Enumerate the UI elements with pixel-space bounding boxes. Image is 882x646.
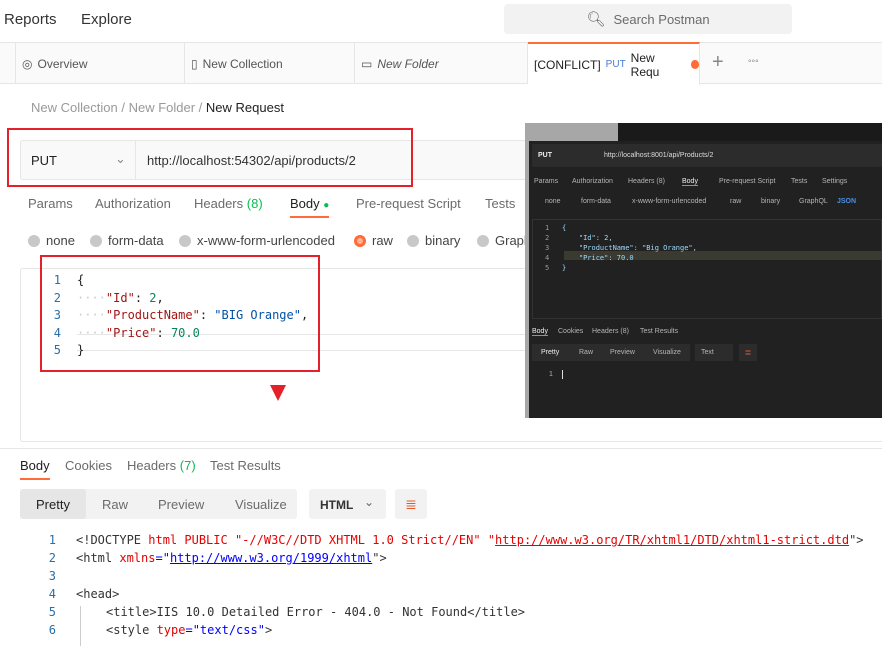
format-select[interactable]: HTML ⌄ [309, 489, 386, 519]
tab-bar: ◎ Overview ▯ New Collection ▭ New Folder [C… [0, 42, 882, 85]
view-preview[interactable]: Preview [158, 497, 204, 512]
chevron-down-icon: ⌄ [364, 495, 375, 509]
folder-icon: ▭ [361, 56, 373, 71]
radio-urlencoded[interactable]: x-www-form-urlencoded [179, 233, 335, 248]
view-raw[interactable]: Raw [102, 497, 128, 512]
breadcrumb-collection[interactable]: New Collection [31, 100, 118, 115]
radio-none[interactable]: none [28, 233, 75, 248]
tab-new-request[interactable]: [CONFLICT] PUT New Requ [528, 42, 700, 85]
radio-form-data[interactable]: form-data [90, 233, 164, 248]
tab-headers[interactable]: Headers (8) [194, 196, 263, 211]
response-tab-cookies[interactable]: Cookies [65, 458, 112, 473]
dtd-link[interactable]: http://www.w3.org/TR/xhtml1/DTD/xhtml1-s… [495, 533, 849, 547]
collection-icon: ▯ [191, 56, 198, 71]
response-tab-tests[interactable]: Test Results [210, 458, 281, 473]
nav-reports[interactable]: Reports [4, 11, 57, 28]
more-tabs-icon[interactable]: ◦◦◦ [748, 56, 759, 67]
view-visualize[interactable]: Visualize [235, 497, 287, 512]
tab-new-collection[interactable]: ▯ New Collection [185, 43, 355, 84]
tab-body[interactable]: Body ● [290, 196, 330, 218]
tab-overview[interactable]: ◎ Overview [15, 43, 185, 84]
xmlns-link[interactable]: http://www.w3.org/1999/xhtml [170, 551, 372, 565]
search-input[interactable]: 🔍︎ Search Postman [504, 4, 792, 34]
inset-screenshot: PUT http://localhost:8001/api/Products/2… [525, 123, 882, 418]
new-tab-button[interactable]: + [712, 51, 724, 74]
response-view-toggle: Pretty Raw Preview Visualize [20, 489, 297, 519]
tab-authorization[interactable]: Authorization [95, 196, 171, 211]
annotation-box [40, 255, 320, 372]
arrow-down-icon [270, 385, 286, 401]
response-tab-body[interactable]: Body [20, 458, 50, 480]
overview-icon: ◎ [22, 56, 33, 71]
view-pretty[interactable]: Pretty [36, 497, 70, 512]
annotation-box [7, 128, 413, 187]
radio-graphql[interactable]: Graph [477, 233, 531, 248]
breadcrumb-folder[interactable]: New Folder [129, 100, 195, 115]
nav-explore[interactable]: Explore [81, 11, 132, 28]
radio-binary[interactable]: binary [407, 233, 460, 248]
tab-prerequest[interactable]: Pre-request Script [356, 196, 461, 211]
tab-tests[interactable]: Tests [485, 196, 515, 211]
response-body: 123456 <!DOCTYPE html PUBLIC "-//W3C//DT… [0, 530, 882, 646]
wrap-lines-icon[interactable]: ≣ [395, 489, 427, 519]
response-tab-headers[interactable]: Headers (7) [127, 458, 196, 473]
tab-new-folder[interactable]: ▭ New Folder [355, 43, 528, 84]
breadcrumb: New Collection / New Folder / New Reques… [31, 100, 284, 115]
unsaved-dot-icon [690, 60, 699, 69]
tab-params[interactable]: Params [28, 196, 73, 211]
breadcrumb-request: New Request [205, 100, 284, 115]
radio-raw[interactable]: raw [354, 233, 393, 248]
search-icon: 🔍︎ [586, 11, 606, 28]
body-indicator-icon: ● [323, 200, 330, 211]
